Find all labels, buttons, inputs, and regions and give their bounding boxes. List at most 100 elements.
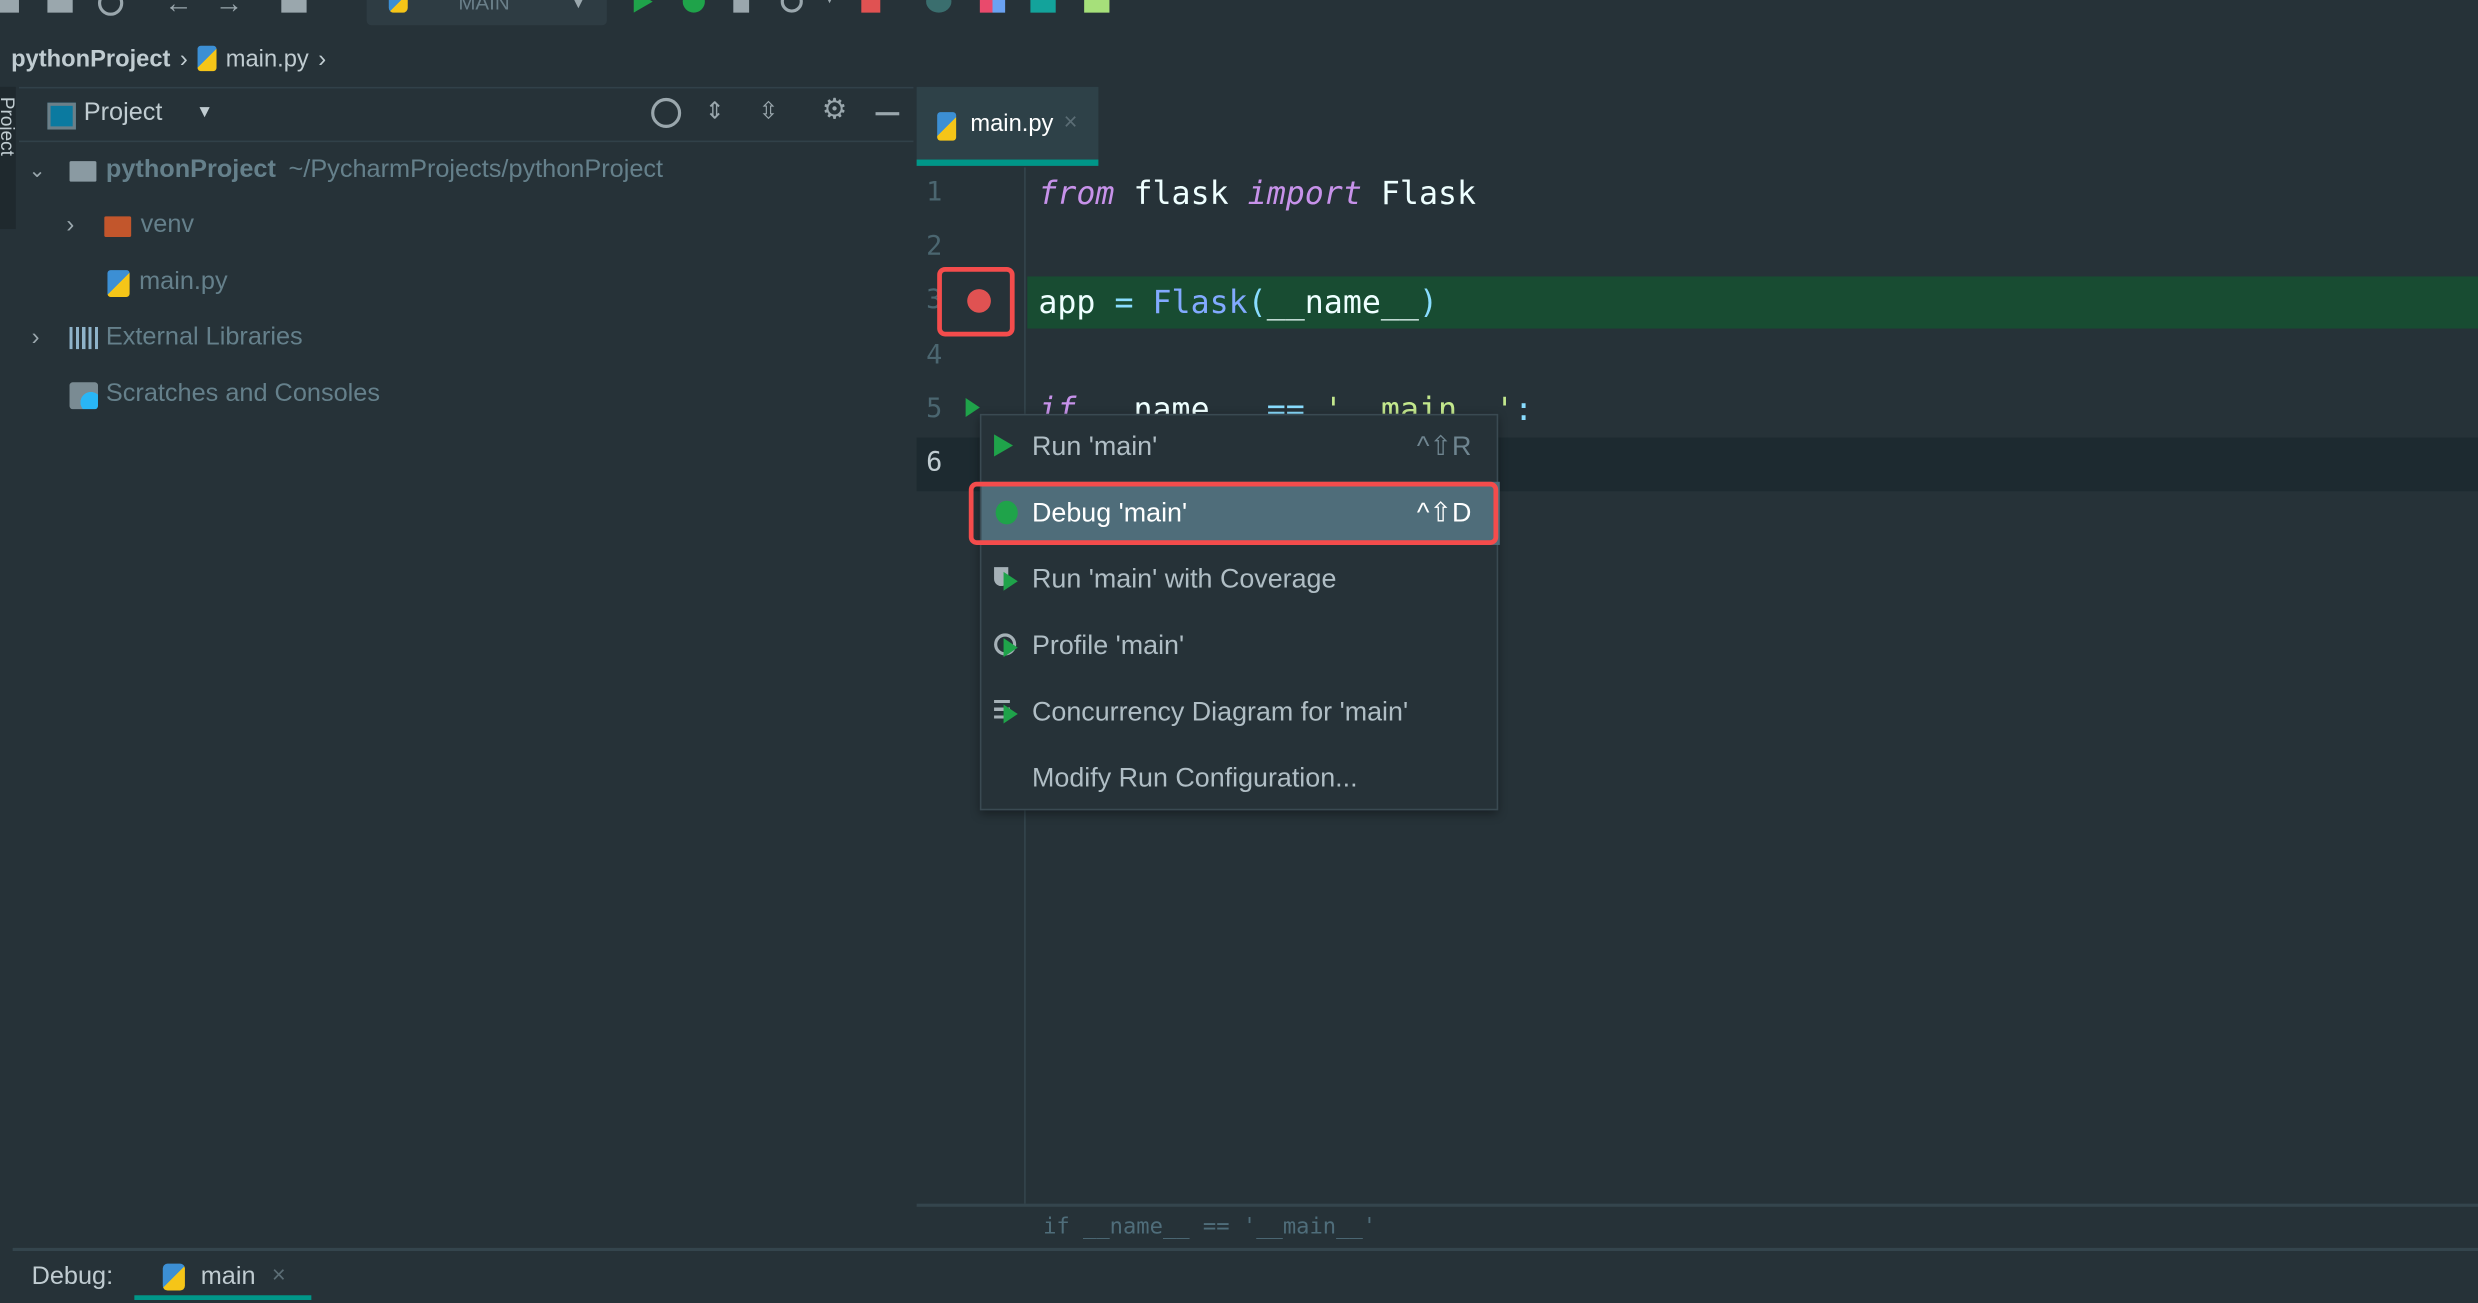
menu-item-label: Run 'main' bbox=[1032, 431, 1158, 462]
project-panel-header: Project ▼ ⇕ ⇳ ⚙ bbox=[18, 86, 914, 143]
highlight-box-breakpoint bbox=[937, 266, 1015, 337]
library-icon bbox=[69, 326, 98, 350]
collapse-all-icon[interactable]: ⇳ bbox=[759, 96, 779, 125]
layout-icon[interactable] bbox=[979, 0, 1006, 13]
tree-item-label: Scratches and Consoles bbox=[105, 380, 380, 408]
vcs-icon[interactable] bbox=[281, 0, 307, 13]
line-number: 1 bbox=[926, 176, 943, 209]
keyword: import bbox=[1247, 173, 1362, 212]
tree-item-label: main.py bbox=[139, 268, 228, 296]
menu-item-label: Run 'main' with Coverage bbox=[1032, 563, 1337, 594]
chevron-right-icon[interactable]: › bbox=[66, 209, 88, 244]
debug-label: Debug: bbox=[31, 1263, 114, 1291]
run-icon bbox=[994, 434, 1019, 459]
project-tool-button[interactable]: Project bbox=[0, 97, 18, 156]
tree-item-label: venv bbox=[140, 211, 195, 239]
debug-tab-label: main bbox=[200, 1263, 256, 1291]
close-icon[interactable]: × bbox=[272, 1262, 286, 1289]
coverage-icon bbox=[994, 567, 1019, 592]
identifier: Flask bbox=[1361, 173, 1477, 212]
concurrency-icon bbox=[994, 699, 1018, 724]
chevron-down-icon[interactable]: ▼ bbox=[196, 103, 213, 122]
highlight-box-debug bbox=[968, 481, 1499, 545]
menu-item-run[interactable]: Run 'main' ^⇧R bbox=[981, 415, 1499, 478]
open-icon[interactable] bbox=[0, 0, 19, 13]
editor-tab[interactable]: main.py × bbox=[916, 86, 1099, 166]
stop-icon[interactable] bbox=[861, 0, 881, 13]
minimize-icon[interactable] bbox=[875, 112, 900, 116]
back-icon[interactable]: ← bbox=[164, 0, 192, 21]
chevron-right-icon[interactable]: › bbox=[32, 321, 54, 356]
folder-icon bbox=[104, 215, 132, 237]
function-name: Flask bbox=[1133, 282, 1248, 321]
coverage-icon[interactable] bbox=[733, 0, 750, 13]
project-view-icon bbox=[47, 102, 76, 130]
folder-icon bbox=[69, 160, 97, 181]
colon: : bbox=[1514, 390, 1534, 429]
menu-item-shortcut: ^⇧R bbox=[1416, 431, 1472, 462]
menu-item-label: Concurrency Diagram for 'main' bbox=[1032, 696, 1409, 727]
chevron-down-icon: ▼ bbox=[568, 0, 588, 13]
close-icon[interactable]: × bbox=[1064, 109, 1078, 136]
menu-item-label: Modify Run Configuration... bbox=[1032, 762, 1358, 793]
forward-icon[interactable]: → bbox=[215, 0, 243, 21]
tree-item-scratches[interactable]: Scratches and Consoles bbox=[69, 378, 380, 413]
toolbar: ← → MAIN ▼ ▼ bbox=[0, 0, 2478, 28]
line-number: 6 bbox=[926, 447, 943, 479]
sync-icon[interactable] bbox=[97, 0, 124, 16]
debug-tool-window-bar: Debug: main × bbox=[12, 1247, 2478, 1303]
chevron-right-icon: › bbox=[179, 45, 188, 72]
project-panel-title[interactable]: Project bbox=[84, 100, 163, 128]
expand-all-icon[interactable]: ⇕ bbox=[705, 96, 725, 125]
menu-item-profile[interactable]: Profile 'main' bbox=[981, 614, 1499, 677]
plugin-icon[interactable] bbox=[1084, 0, 1110, 13]
save-icon[interactable] bbox=[47, 0, 73, 13]
keyword: from bbox=[1038, 173, 1115, 212]
profile-icon[interactable] bbox=[780, 0, 803, 13]
python-icon bbox=[162, 1263, 185, 1291]
chevron-down-icon[interactable]: ▼ bbox=[822, 0, 838, 8]
debug-tab-main[interactable]: main × bbox=[134, 1251, 312, 1301]
paren: ) bbox=[1418, 282, 1438, 321]
tree-item-external-libraries[interactable]: › External Libraries bbox=[32, 321, 303, 356]
pycharm-window: ← → MAIN ▼ ▼ pythonProject › main.py › P… bbox=[0, 0, 2478, 1303]
python-icon bbox=[388, 0, 408, 13]
operator: = bbox=[1114, 282, 1134, 321]
editor-tab-label: main.py bbox=[970, 110, 1054, 138]
menu-item-coverage[interactable]: Run 'main' with Coverage bbox=[981, 548, 1499, 611]
scratches-icon bbox=[69, 381, 98, 409]
run-gutter-icon[interactable] bbox=[965, 398, 980, 418]
breadcrumb-file[interactable]: main.py bbox=[226, 45, 309, 72]
code-line-3: app = Flask(__name__) bbox=[1038, 283, 1438, 321]
line-number: 2 bbox=[926, 230, 943, 263]
line-number: 5 bbox=[926, 393, 943, 425]
attach-icon[interactable] bbox=[926, 0, 952, 13]
python-file-icon bbox=[197, 45, 217, 72]
tree-item-venv[interactable]: › venv bbox=[66, 209, 194, 244]
breadcrumb: pythonProject › main.py › bbox=[11, 43, 326, 75]
tree-item-label: External Libraries bbox=[105, 323, 303, 351]
menu-item-modify-config[interactable]: Modify Run Configuration... bbox=[981, 747, 1499, 810]
tree-item-main-py[interactable]: main.py bbox=[107, 265, 228, 300]
code-line-1: from flask import Flask bbox=[1038, 174, 1476, 212]
run-context-menu: Run 'main' ^⇧R Debug 'main' ^⇧D Run 'mai… bbox=[979, 413, 1500, 811]
paren: ( bbox=[1247, 282, 1267, 321]
gear-icon[interactable]: ⚙ bbox=[822, 93, 848, 126]
tool-window-strip: Project bbox=[0, 86, 18, 230]
tree-item-pythonProject[interactable]: ⌄ pythonProject ~/PycharmProjects/python… bbox=[28, 153, 663, 188]
tree-item-path: ~/PycharmProjects/pythonProject bbox=[288, 156, 664, 184]
identifier: flask bbox=[1114, 173, 1248, 212]
run-config-label: MAIN bbox=[458, 0, 510, 15]
locate-icon[interactable] bbox=[651, 97, 682, 128]
identifier: app bbox=[1038, 282, 1115, 321]
run-icon[interactable] bbox=[633, 0, 653, 13]
chevron-down-icon[interactable]: ⌄ bbox=[28, 153, 50, 188]
line-number: 4 bbox=[926, 339, 943, 372]
editor-breadcrumb-hint[interactable]: if __name__ == '__main__' bbox=[1043, 1215, 1376, 1240]
run-config-selector[interactable]: MAIN ▼ bbox=[366, 0, 607, 26]
breadcrumb-project[interactable]: pythonProject bbox=[11, 45, 170, 72]
debug-icon[interactable] bbox=[682, 0, 705, 13]
terminal-icon[interactable] bbox=[1030, 0, 1056, 13]
identifier: __name__ bbox=[1266, 282, 1419, 321]
menu-item-concurrency[interactable]: Concurrency Diagram for 'main' bbox=[981, 681, 1499, 744]
